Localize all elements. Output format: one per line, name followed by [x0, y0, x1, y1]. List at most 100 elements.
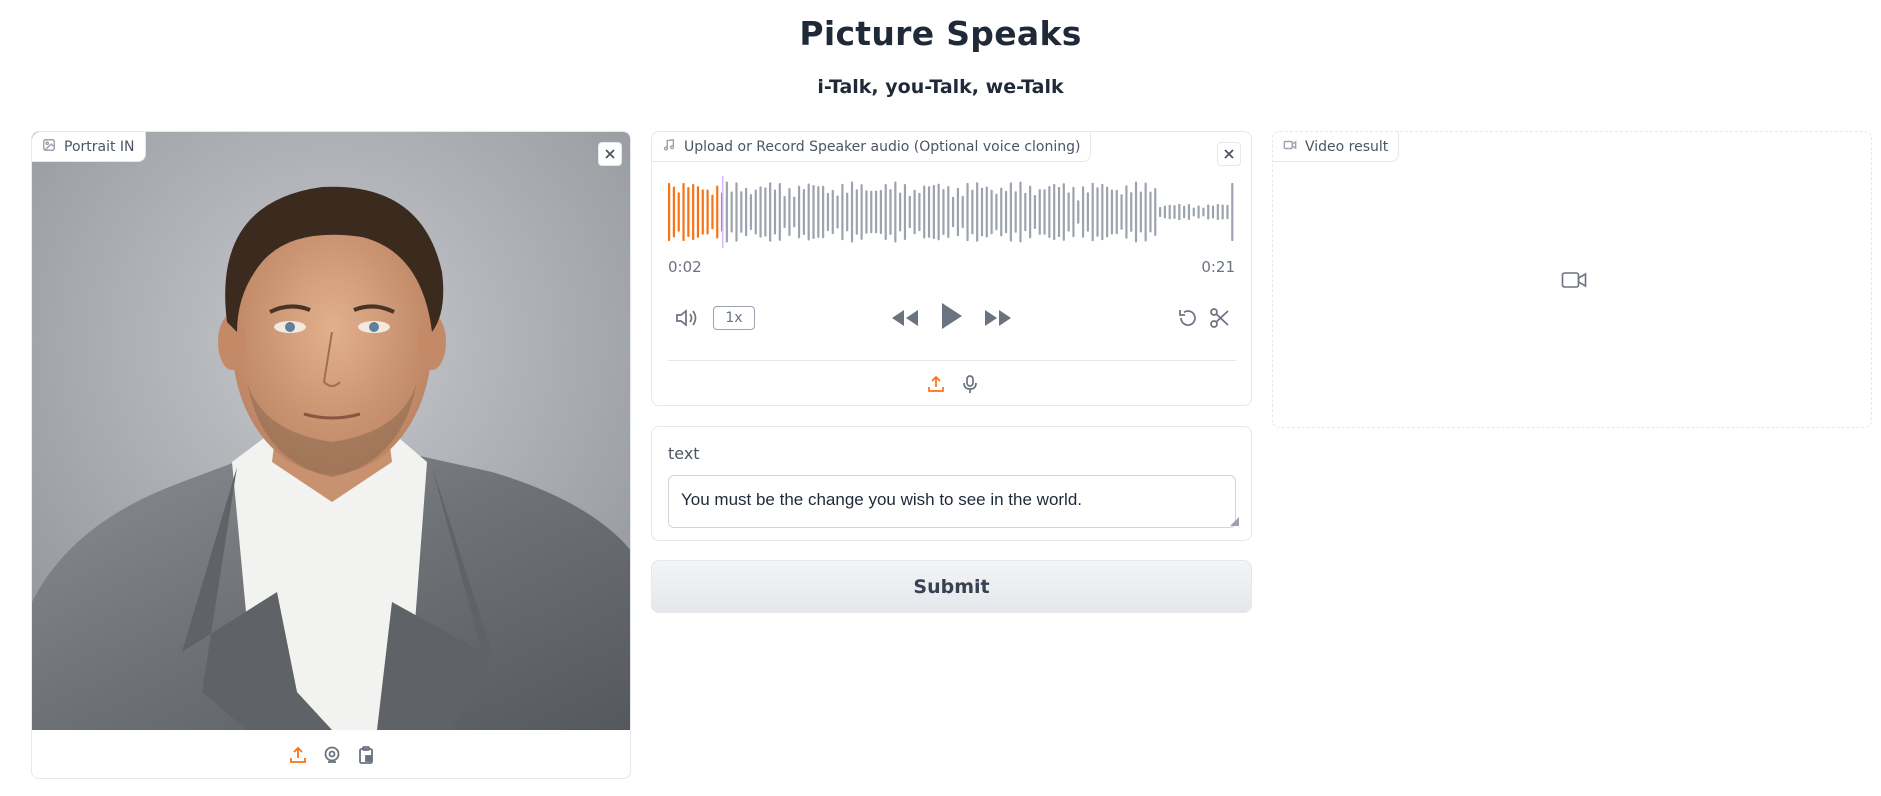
video-placeholder-icon	[1561, 272, 1587, 288]
waveform-bar	[1038, 189, 1041, 235]
rewind-icon	[892, 310, 918, 326]
waveform-bar	[831, 189, 834, 235]
waveform-bar	[797, 185, 801, 239]
text-label: text	[668, 444, 700, 463]
waveform-bar	[961, 195, 964, 229]
waveform-bar	[1077, 200, 1080, 224]
microphone-button[interactable]	[958, 372, 982, 396]
waveform-bar	[879, 189, 882, 235]
waveform-bar	[990, 189, 993, 235]
portrait-label-text: Portrait IN	[64, 138, 135, 155]
audio-waveform[interactable]	[668, 176, 1236, 248]
waveform-bar	[677, 192, 680, 232]
webcam-button[interactable]	[321, 744, 343, 766]
waveform-bar	[947, 185, 950, 239]
close-icon	[1224, 149, 1234, 159]
waveform-bar	[802, 188, 805, 236]
music-icon	[662, 138, 676, 156]
waveform-bar	[1144, 182, 1147, 242]
waveform-bar	[870, 190, 873, 234]
waveform-bar	[773, 189, 777, 235]
volume-button[interactable]	[673, 306, 701, 330]
audio-clear-button[interactable]	[1217, 142, 1241, 166]
waveform-bar	[1130, 192, 1133, 232]
waveform-bar	[942, 188, 945, 236]
waveform-bar	[711, 194, 714, 230]
waveform-bar	[1009, 182, 1012, 242]
page-subtitle: i-Talk, you-Talk, we-Talk	[817, 76, 1064, 98]
waveform-bar	[725, 181, 728, 243]
clipboard-button[interactable]	[355, 744, 377, 766]
audio-divider	[668, 360, 1236, 361]
video-label: Video result	[1273, 132, 1400, 162]
upload-button[interactable]	[287, 744, 309, 766]
audio-panel: Upload or Record Speaker audio (Optional…	[651, 131, 1252, 406]
waveform-bar	[1072, 186, 1075, 238]
waveform-bar	[687, 186, 690, 238]
trim-button[interactable]	[1207, 305, 1233, 331]
waveform-bar	[937, 183, 940, 241]
waveform-bar	[1125, 185, 1128, 239]
waveform-bar	[1048, 186, 1051, 238]
submit-button[interactable]: Submit	[651, 560, 1252, 613]
resize-handle-icon[interactable]	[1230, 517, 1239, 526]
waveform-bar	[692, 183, 695, 241]
waveform-bar	[841, 183, 844, 241]
waveform-bar	[932, 184, 935, 240]
waveform-bar	[1115, 189, 1118, 235]
waveform-bar	[1110, 189, 1114, 235]
video-label-text: Video result	[1305, 138, 1389, 155]
waveform-bar	[913, 189, 916, 235]
current-time: 0:02	[668, 258, 702, 276]
waveform-bar	[1000, 187, 1003, 237]
webcam-icon	[324, 746, 340, 763]
waveform-bar	[903, 183, 907, 240]
play-button[interactable]	[935, 298, 967, 334]
waveform-bar	[1173, 205, 1176, 219]
waveform-bar	[759, 186, 762, 238]
waveform-bar	[899, 192, 902, 232]
waveform-bar	[812, 185, 815, 239]
waveform-bar	[745, 187, 748, 237]
waveform-bar	[783, 196, 786, 228]
waveform-bar	[1163, 205, 1166, 219]
upload-icon	[928, 375, 944, 392]
waveform-bar	[966, 182, 969, 242]
reset-button[interactable]	[1175, 305, 1201, 331]
video-panel: Video result	[1272, 131, 1872, 428]
waveform-bar	[807, 183, 810, 241]
page-title: Picture Speaks	[799, 14, 1082, 53]
waveform-bar	[764, 187, 767, 237]
waveform-bar	[1178, 203, 1181, 221]
waveform-bar	[1081, 186, 1085, 238]
waveform-bar	[1106, 186, 1109, 238]
playback-rate-button[interactable]: 1x	[713, 306, 755, 330]
waveform-bar	[1202, 207, 1205, 217]
waveform-bar	[908, 195, 911, 229]
waveform-bar	[701, 189, 704, 235]
waveform-bar	[1019, 181, 1022, 243]
waveform-bar	[1134, 181, 1138, 243]
waveform-bar	[889, 189, 892, 235]
audio-label-text: Upload or Record Speaker audio (Optional…	[684, 138, 1081, 155]
waveform-bar	[769, 182, 772, 242]
audio-upload-button[interactable]	[924, 372, 948, 396]
waveform-bar	[1226, 204, 1229, 220]
playhead[interactable]	[721, 176, 724, 248]
waveform-bar	[740, 191, 743, 233]
waveform-bar	[1154, 188, 1157, 236]
rewind-button[interactable]	[889, 306, 921, 330]
image-icon	[42, 138, 56, 156]
waveform-bar	[971, 189, 974, 235]
waveform-bar	[855, 189, 858, 235]
text-input[interactable]: You must be the change you wish to see i…	[668, 475, 1236, 528]
portrait-clear-button[interactable]	[598, 142, 622, 166]
waveform-bar	[874, 190, 878, 234]
waveform-bar	[1033, 195, 1037, 229]
waveform-bar	[927, 186, 931, 238]
waveform-bar	[1139, 191, 1142, 233]
portrait-image	[32, 132, 630, 730]
waveform-bar	[894, 181, 897, 243]
fast-forward-button[interactable]	[982, 306, 1014, 330]
waveform-bar	[668, 182, 671, 242]
